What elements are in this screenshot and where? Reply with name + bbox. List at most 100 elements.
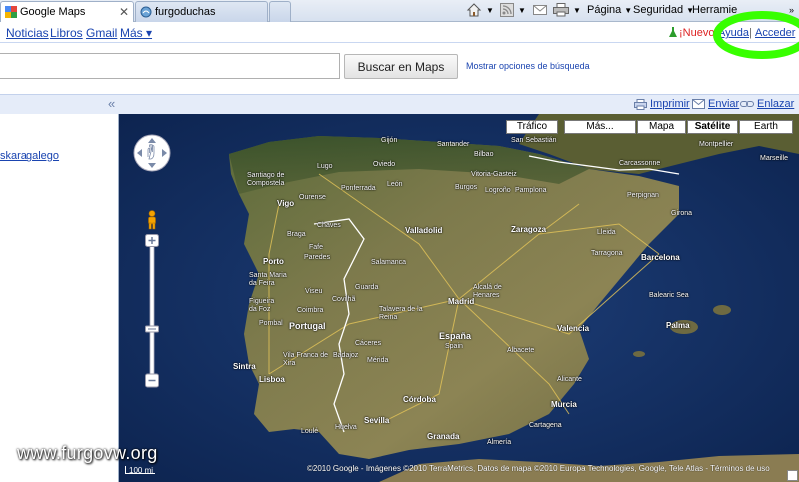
- map-label: Santander: [437, 141, 470, 148]
- page-menu[interactable]: Página ▼: [587, 2, 632, 18]
- zoom-control[interactable]: [145, 234, 159, 389]
- security-menu[interactable]: Seguridad ▼: [633, 2, 694, 18]
- map-label: Pombal: [259, 320, 283, 327]
- map-label: Santa Maria da Feira: [249, 272, 287, 287]
- map-label: Perpignan: [627, 192, 659, 199]
- printer-icon: [553, 3, 569, 17]
- map-type-satellite[interactable]: Satélite: [687, 120, 738, 134]
- map-label: Coimbra: [297, 307, 324, 314]
- map-label: Alcalá de Henares: [473, 284, 502, 299]
- map-label: Cartagena: [529, 422, 562, 429]
- home-button[interactable]: ▼: [466, 2, 494, 18]
- map-type-earth[interactable]: Earth: [739, 120, 793, 134]
- browser-tab-strip: Google Maps ✕ furgoduchas ▼ ▼ ▼ Página ▼…: [0, 0, 799, 22]
- map-label: Córdoba: [403, 395, 436, 404]
- map-label: Huelva: [335, 424, 357, 431]
- google-maps-favicon-icon: [5, 6, 17, 18]
- map-label: Marseille: [760, 155, 789, 162]
- map-resize-corner-icon[interactable]: [787, 470, 798, 481]
- new-tab-button[interactable]: [269, 1, 291, 22]
- send-link[interactable]: Enviar: [692, 98, 739, 110]
- map-label: Cáceres: [355, 340, 382, 347]
- search-options-link[interactable]: Mostrar opciones de búsqueda: [466, 61, 590, 71]
- scale-label: 100 mi: [129, 466, 154, 475]
- search-maps-button[interactable]: Buscar en Maps: [344, 54, 458, 79]
- map-label: Vila Franca de Xira: [283, 352, 329, 367]
- map-type-map[interactable]: Mapa: [637, 120, 686, 134]
- map-label: Braga: [287, 231, 306, 238]
- satellite-map[interactable]: Gijón Santander Bilbao San Sebastián Ovi…: [119, 114, 799, 482]
- print-icon: [634, 98, 647, 110]
- map-label: Burgos: [455, 184, 478, 191]
- gbar-link-gmail[interactable]: Gmail: [86, 26, 117, 40]
- map-label: Zaragoza: [511, 225, 547, 234]
- map-label: Almería: [487, 439, 512, 446]
- map-label: Chaves: [317, 222, 341, 229]
- map-label: Alicante: [557, 376, 582, 383]
- map-label: Lugo: [317, 163, 333, 170]
- results-side-panel: skara galego: [0, 114, 119, 482]
- map-label: San Sebastián: [511, 137, 557, 144]
- map-label: Santiago de Compostela: [247, 172, 285, 187]
- mail-button[interactable]: [533, 2, 547, 18]
- labs-flask-icon: [669, 27, 677, 41]
- map-label: Mérida: [367, 357, 389, 364]
- print-label: Imprimir: [650, 98, 690, 110]
- map-label: Valladolid: [405, 226, 443, 235]
- map-label: Vitoria-Gasteiz: [471, 171, 517, 178]
- map-copyright: ©2010 Google - Imágenes ©2010 TerraMetri…: [307, 464, 770, 473]
- search-row: Buscar en Maps Mostrar opciones de búsqu…: [0, 53, 799, 81]
- map-label: Loulé: [301, 428, 319, 435]
- map-panel-bar: « Imprimir Enviar Enlazar: [0, 94, 799, 114]
- map-label: Montpellier: [699, 141, 734, 148]
- collapse-panel-icon[interactable]: «: [108, 96, 115, 111]
- map-label: Gijón: [381, 137, 398, 144]
- map-label: Albacete: [507, 347, 535, 354]
- home-icon: [466, 3, 482, 17]
- mail-icon: [533, 5, 547, 15]
- map-label: Tarragona: [591, 250, 623, 257]
- gbar-link-noticias[interactable]: Noticias: [6, 26, 49, 40]
- map-label: Badajoz: [333, 352, 359, 359]
- map-label: Sevilla: [364, 416, 390, 425]
- print-link[interactable]: Imprimir: [634, 98, 690, 110]
- map-label: Ponferrada: [341, 185, 376, 192]
- map-label: Lisboa: [259, 375, 285, 384]
- map-label: Balearic Sea: [649, 292, 689, 299]
- map-label: Palma: [666, 321, 690, 330]
- map-label: Sintra: [233, 362, 256, 371]
- language-link-euskara[interactable]: skara: [0, 150, 27, 162]
- tab-title: furgoduchas: [155, 6, 216, 18]
- map-label: Girona: [671, 210, 693, 217]
- google-bar: Noticias Libros Gmail Más ▾ ¡Nuevo! Ayud…: [0, 23, 799, 43]
- tab-title: Google Maps: [20, 6, 86, 18]
- map-label: Logroño: [485, 187, 511, 194]
- map-label: Fafe: [309, 244, 324, 251]
- map-label: Porto: [263, 257, 284, 266]
- map-label: Oviedo: [373, 161, 396, 168]
- language-link-galego[interactable]: galego: [26, 150, 59, 162]
- link-label: Enlazar: [757, 98, 795, 110]
- page-menu-label: Página: [587, 4, 622, 16]
- map-label: Murcia: [551, 400, 577, 409]
- map-label: Spain: [445, 343, 463, 350]
- map-type-traffic[interactable]: Tráfico: [506, 120, 558, 134]
- map-label: Lleida: [597, 229, 616, 236]
- map-type-more[interactable]: Más...: [564, 120, 636, 134]
- feeds-button[interactable]: ▼: [500, 2, 526, 18]
- tab-furgoduchas[interactable]: furgoduchas: [135, 1, 268, 22]
- print-toolbar-button[interactable]: ▼: [553, 2, 581, 18]
- gbar-link-more[interactable]: Más ▾: [120, 26, 152, 40]
- link-link[interactable]: Enlazar: [740, 98, 794, 110]
- gbar-link-libros[interactable]: Libros: [50, 26, 83, 40]
- map-label: Barcelona: [641, 253, 680, 262]
- rss-feed-icon: [500, 3, 514, 17]
- close-tab-icon[interactable]: ✕: [119, 5, 129, 19]
- street-view-pegman-icon[interactable]: [146, 210, 158, 230]
- map-label: Bilbao: [474, 151, 494, 158]
- search-input[interactable]: [0, 53, 340, 79]
- pan-control[interactable]: [132, 133, 172, 173]
- map-label: Guarda: [355, 284, 379, 291]
- map-label: Figueira da Foz: [249, 298, 275, 313]
- tab-google-maps[interactable]: Google Maps ✕: [0, 1, 134, 22]
